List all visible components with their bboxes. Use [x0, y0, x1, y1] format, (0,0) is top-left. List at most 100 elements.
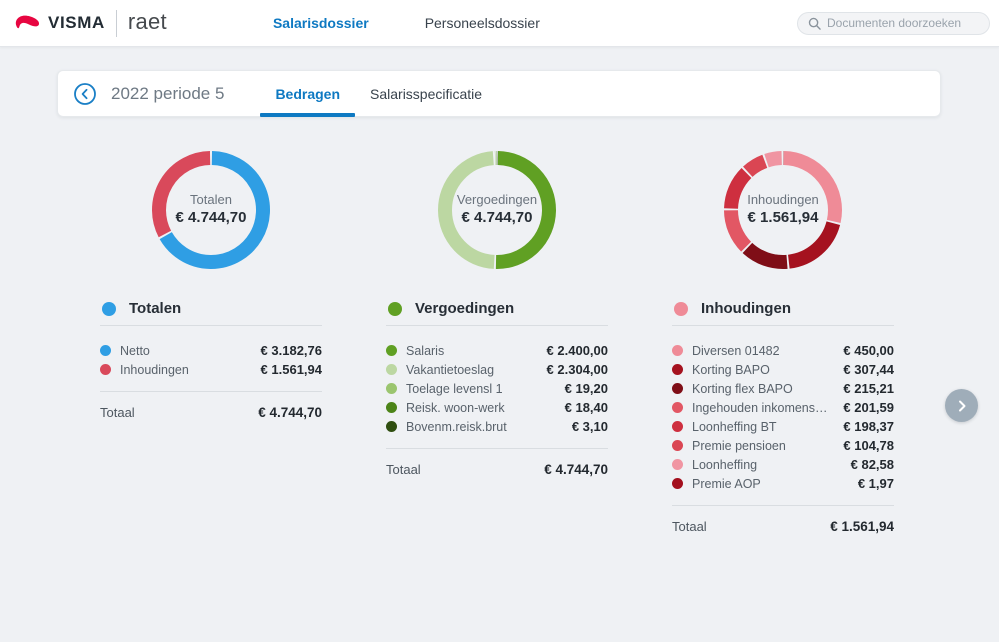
legend-header: Totalen [100, 300, 322, 326]
legend-row: Premie pensioen€ 104,78 [672, 436, 894, 455]
legend-header-dot [388, 302, 402, 316]
donut-segment [748, 161, 765, 171]
legend-color-dot [672, 421, 683, 432]
legend-item-label: Loonheffing BT [692, 420, 834, 434]
legend-header-dot [102, 302, 116, 316]
visma-swoosh-icon [14, 13, 41, 33]
legend-divider [100, 391, 322, 392]
donut-segment [445, 158, 494, 262]
legend-row: Toelage levensl 1 € 19,20 [386, 379, 608, 398]
legend-header: Inhoudingen [672, 300, 894, 326]
next-period-button[interactable] [945, 389, 978, 422]
legend-row: Korting flex BAPO € 215,21 [672, 379, 894, 398]
previous-period-button[interactable] [73, 82, 97, 106]
total-value: € 4.744,70 [544, 462, 608, 477]
donut-segment [747, 248, 787, 262]
total-label: Totaal [386, 462, 421, 477]
legend-color-dot [100, 345, 111, 356]
donut-segment [767, 158, 782, 161]
legend-row: Loonheffing € 82,58 [672, 455, 894, 474]
legend-item-value: € 1,97 [858, 476, 894, 491]
legend-color-dot [386, 345, 397, 356]
legend-rows: Netto € 3.182,76 Inhoudingen € 1.561,94 [100, 341, 322, 379]
period-label: 2022 periode 5 [111, 84, 224, 104]
top-bar: VISMA raet Salarisdossier Personeelsdoss… [0, 0, 999, 47]
legend-color-dot [672, 364, 683, 375]
legend-row: Ingehouden inkomensafh... € 201,59 [672, 398, 894, 417]
donut-segment [784, 158, 835, 221]
legend-item-value: € 19,20 [565, 381, 608, 396]
legend-item-label: Korting flex BAPO [692, 382, 834, 396]
chevron-left-circle-icon [73, 82, 97, 106]
totalen-donut-chart: Totalen € 4.744,70 [151, 150, 271, 270]
legend-item-label: Toelage levensl 1 [406, 382, 556, 396]
legend-row: Vakantietoeslag € 2.304,00 [386, 360, 608, 379]
legend-total-row: Totaal € 4.744,70 [386, 462, 608, 477]
legend-rows: Salaris€ 2.400,00Vakantietoeslag€ 2.304,… [386, 341, 608, 436]
chevron-right-icon [954, 398, 970, 414]
legend-color-dot [386, 421, 397, 432]
logo-divider [116, 10, 117, 37]
legend-item-value: € 3,10 [572, 419, 608, 434]
legend-item-value: € 3.182,76 [261, 343, 322, 358]
legend-row: Diversen 01482€ 450,00 [672, 341, 894, 360]
donut-segment [731, 210, 746, 246]
panel-vergoedingen: Vergoedingen € 4.744,70 Vergoedingen Sal… [386, 150, 608, 534]
panel-totalen: Totalen € 4.744,70 Totalen Netto € 3.182,… [100, 150, 322, 534]
tab-bedragen[interactable]: Bedragen [260, 71, 355, 116]
donut-chart-svg [723, 150, 843, 270]
donut-segment [731, 173, 746, 209]
legend-color-dot [386, 383, 397, 394]
legend-row: Loonheffing BT€ 198,37 [672, 417, 894, 436]
legend-row: Reisk. woon-werk€ 18,40 [386, 398, 608, 417]
legend-item-label: Vakantietoeslag [406, 363, 538, 377]
main-nav: Salarisdossier Personeelsdossier [273, 15, 540, 31]
vergoedingen-donut-chart: Vergoedingen € 4.744,70 [437, 150, 557, 270]
donut-segment [496, 158, 549, 262]
legend-color-dot [672, 459, 683, 470]
legend-item-label: Loonheffing [692, 458, 842, 472]
legend-row: Netto € 3.182,76 [100, 341, 322, 360]
legend-item-value: € 2.304,00 [547, 362, 608, 377]
legend-item-value: € 82,58 [851, 457, 894, 472]
amounts-overview: Totalen € 4.744,70 Totalen Netto € 3.182,… [100, 150, 894, 534]
legend-item-label: Korting BAPO [692, 363, 834, 377]
total-label: Totaal [672, 519, 707, 534]
legend-row: Korting BAPO€ 307,44 [672, 360, 894, 379]
legend-color-dot [672, 383, 683, 394]
legend-item-value: € 201,59 [843, 400, 894, 415]
logo-brand-text: VISMA [48, 13, 105, 33]
inhoudingen-donut-chart: Inhoudingen € 1.561,94 [723, 150, 843, 270]
legend-item-label: Inhoudingen [120, 363, 252, 377]
visma-raet-logo: VISMA raet [14, 10, 167, 37]
legend-title: Inhoudingen [701, 300, 791, 317]
nav-salarisdossier[interactable]: Salarisdossier [273, 15, 369, 31]
legend-item-value: € 2.400,00 [547, 343, 608, 358]
document-search[interactable] [797, 12, 990, 35]
legend-item-label: Bovenm.reisk.brut [406, 420, 563, 434]
legend-item-value: € 215,21 [843, 381, 894, 396]
legend-color-dot [386, 364, 397, 375]
search-input[interactable] [827, 16, 979, 30]
legend-item-label: Ingehouden inkomensafh... [692, 401, 834, 415]
legend-item-value: € 104,78 [843, 438, 894, 453]
legend-color-dot [386, 402, 397, 413]
legend-item-value: € 1.561,94 [261, 362, 322, 377]
logo-product-text: raet [128, 11, 167, 33]
legend-item-label: Premie AOP [692, 477, 849, 491]
search-icon [808, 17, 821, 30]
legend-row: Premie AOP € 1,97 [672, 474, 894, 493]
legend-item-label: Netto [120, 344, 252, 358]
panel-inhoudingen: Inhoudingen € 1.561,94 Inhoudingen Diver… [672, 150, 894, 534]
donut-chart-svg [151, 150, 271, 270]
legend-color-dot [672, 345, 683, 356]
legend-color-dot [672, 440, 683, 451]
legend-item-label: Reisk. woon-werk [406, 401, 556, 415]
legend-title: Vergoedingen [415, 300, 514, 317]
tab-salarisspecificatie[interactable]: Salarisspecificatie [355, 71, 497, 116]
nav-personeelsdossier[interactable]: Personeelsdossier [425, 15, 540, 31]
total-label: Totaal [100, 405, 135, 420]
total-value: € 1.561,94 [830, 519, 894, 534]
legend-title: Totalen [129, 300, 181, 317]
legend-header: Vergoedingen [386, 300, 608, 326]
